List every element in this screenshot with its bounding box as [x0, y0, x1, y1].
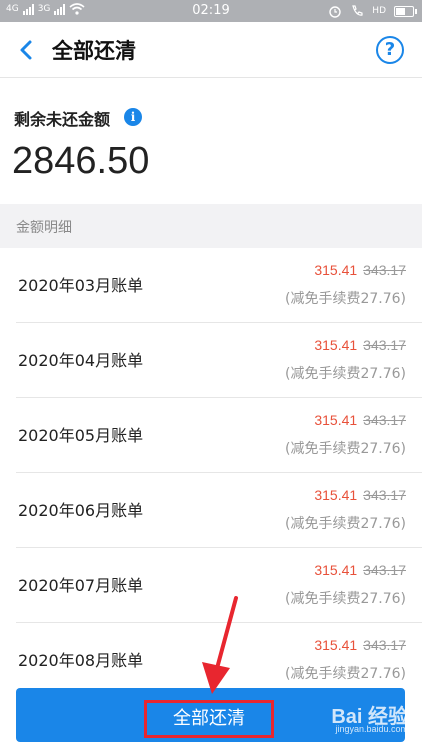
bill-name: 2020年05月账单	[18, 426, 144, 445]
original-amount: 343.17	[363, 337, 406, 353]
current-amount: 315.41	[314, 412, 358, 428]
section-header: 金额明细	[0, 204, 422, 248]
original-amount: 343.17	[363, 262, 406, 278]
pay-all-button-label: 全部还清	[144, 700, 274, 738]
bill-amount: 315.41 343.17	[314, 262, 406, 278]
bill-name: 2020年04月账单	[18, 351, 144, 370]
call-icon	[352, 5, 363, 16]
fee-waiver-note: (减免手续费27.76)	[284, 591, 406, 607]
fee-waiver-note: (减免手续费27.76)	[284, 291, 406, 307]
status-right: HD	[328, 4, 417, 18]
bill-name: 2020年08月账单	[18, 651, 144, 670]
status-bar: 4G 3G 02:19 HD	[0, 0, 422, 22]
help-icon[interactable]: ?	[376, 36, 404, 64]
bill-amount: 315.41 343.17	[314, 487, 406, 503]
original-amount: 343.17	[363, 562, 406, 578]
current-amount: 315.41	[314, 637, 358, 653]
bill-amount: 315.41 343.17	[314, 562, 406, 578]
current-amount: 315.41	[314, 562, 358, 578]
alarm-icon	[329, 6, 341, 18]
original-amount: 343.17	[363, 487, 406, 503]
baidu-watermark: Bai 经验 jingyan.baidu.com	[331, 700, 408, 734]
bill-amount: 315.41 343.17	[314, 412, 406, 428]
info-icon[interactable]: i	[124, 108, 142, 126]
list-item[interactable]: 2020年04月账单 315.41 343.17 (减免手续费27.76)	[16, 323, 422, 398]
remaining-amount: 2846.50	[12, 140, 150, 182]
current-amount: 315.41	[314, 487, 358, 503]
navbar: 全部还清 ?	[0, 22, 422, 78]
fee-waiver-note: (减免手续费27.76)	[284, 516, 406, 532]
fee-waiver-note: (减免手续费27.76)	[284, 366, 406, 382]
bill-amount: 315.41 343.17	[314, 337, 406, 353]
hd-label: HD	[372, 6, 386, 16]
original-amount: 343.17	[363, 412, 406, 428]
watermark-url: jingyan.baidu.com	[335, 724, 408, 734]
bill-name: 2020年06月账单	[18, 501, 144, 520]
list-item[interactable]: 2020年05月账单 315.41 343.17 (减免手续费27.76)	[16, 398, 422, 473]
page-title: 全部还清	[52, 39, 136, 63]
bill-amount: 315.41 343.17	[314, 637, 406, 653]
bill-name: 2020年03月账单	[18, 276, 144, 295]
list-item[interactable]: 2020年03月账单 315.41 343.17 (减免手续费27.76)	[16, 248, 422, 323]
section-title: 金额明细	[16, 220, 72, 236]
annotation-arrow-icon	[202, 596, 238, 694]
bill-name: 2020年07月账单	[18, 576, 144, 595]
list-item[interactable]: 2020年06月账单 315.41 343.17 (减免手续费27.76)	[16, 473, 422, 548]
original-amount: 343.17	[363, 637, 406, 653]
back-arrow-icon[interactable]	[14, 36, 40, 64]
current-amount: 315.41	[314, 262, 358, 278]
current-amount: 315.41	[314, 337, 358, 353]
fee-waiver-note: (减免手续费27.76)	[284, 441, 406, 457]
battery-icon	[394, 5, 417, 17]
remaining-label: 剩余未还金额	[14, 110, 111, 129]
